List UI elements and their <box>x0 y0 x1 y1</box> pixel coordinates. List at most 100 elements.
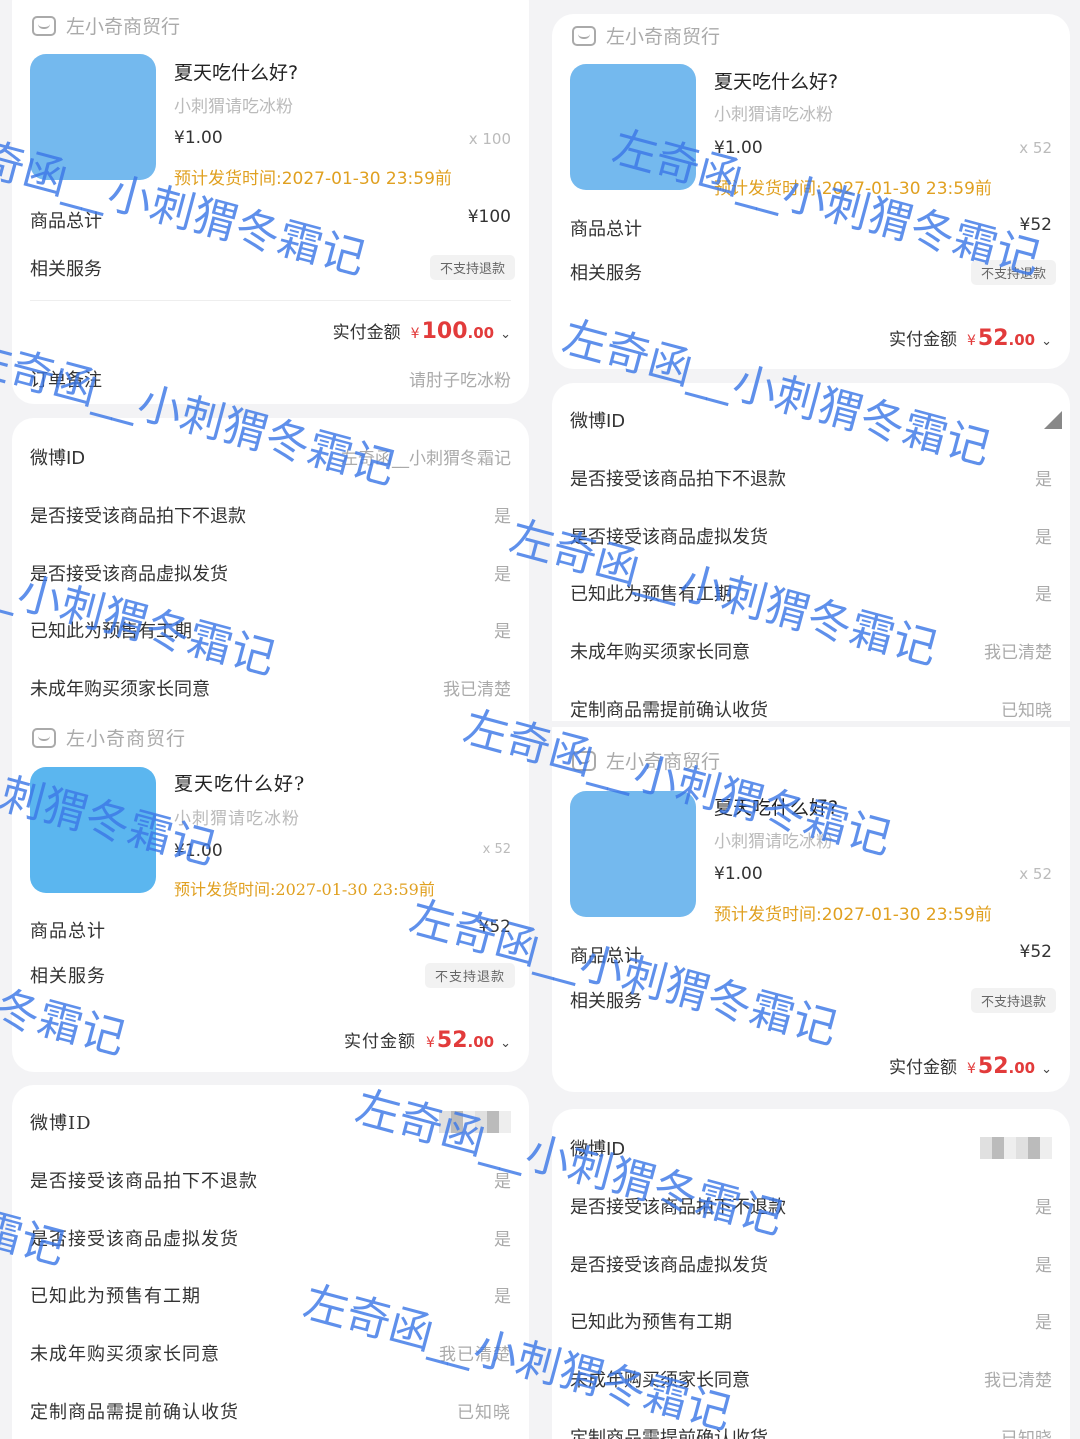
q-virtual-answer: 是 <box>494 1230 511 1250</box>
no-refund-badge: 不支持退款 <box>970 988 1056 1013</box>
q-no-refund-label: 是否接受该商品拍下不退款 <box>30 506 246 527</box>
q-no-refund-answer: 是 <box>494 1172 511 1192</box>
store-name: 左小奇商贸行 <box>66 728 187 750</box>
goods-total-value: ¥52 <box>478 917 511 937</box>
goods-total-label: 商品总计 <box>570 946 642 967</box>
weibo-id-label: 微博ID <box>570 1139 626 1160</box>
ship-time: 预计发货时间:2027-01-30 23:59前 <box>714 179 992 199</box>
product-subtitle: 小刺猬请吃冰粉 <box>174 97 293 117</box>
q-custom-label: 定制商品需提前确认收货 <box>570 1428 768 1439</box>
store-icon <box>32 727 56 748</box>
paid-decimal: .00 <box>467 324 495 342</box>
service-label: 相关服务 <box>570 263 642 284</box>
q-virtual-label: 是否接受该商品虚拟发货 <box>570 1255 768 1276</box>
q-virtual-answer: 是 <box>1035 528 1052 548</box>
product-title[interactable]: 夏天吃什么好? <box>174 769 305 796</box>
order-card: 左小奇商贸行 夏天吃什么好? 小刺猬请吃冰粉 ¥1.00 x 52 预计发货时间… <box>552 14 1070 369</box>
goods-total-value: ¥52 <box>1019 942 1052 962</box>
product-price: ¥1.00 <box>714 138 763 158</box>
product-title[interactable]: 夏天吃什么好? <box>714 793 838 820</box>
questions-card: 微博ID 是否接受该商品拍下不退款 是 是否接受该商品虚拟发货 是 已知此为预售… <box>12 1085 529 1439</box>
ship-time: 预计发货时间:2027-01-30 23:59前 <box>174 169 452 189</box>
chevron-down-icon[interactable]: ⌄ <box>500 1036 511 1051</box>
q-minor-answer: 我已清楚 <box>443 680 511 700</box>
product-price: ¥1.00 <box>174 128 223 148</box>
q-no-refund-label: 是否接受该商品拍下不退款 <box>30 1171 258 1192</box>
q-presale-label: 已知此为预售有工期 <box>570 1312 732 1333</box>
order-card: 左小奇商贸行 夏天吃什么好? 小刺猬请吃冰粉 ¥1.00 x 52 预计发货时间… <box>12 717 529 1072</box>
no-refund-badge: 不支持退款 <box>424 963 515 988</box>
paid-currency: ¥ <box>966 1061 976 1077</box>
q-no-refund-answer: 是 <box>1035 470 1052 490</box>
weibo-id-masked <box>439 1111 511 1133</box>
store-header[interactable]: 左小奇商贸行 <box>572 747 720 774</box>
weibo-id-masked-icon <box>1044 411 1062 429</box>
paid-label: 实付金额 <box>343 1032 416 1052</box>
paid-amount[interactable]: 实付金额 ¥ 52 .00 ⌄ <box>889 325 1052 351</box>
chevron-down-icon[interactable]: ⌄ <box>1041 1062 1052 1077</box>
order-card: 左小奇商贸行 夏天吃什么好? 小刺猬请吃冰粉 ¥1.00 x 52 预计发货时间… <box>552 727 1070 1092</box>
paid-currency: ¥ <box>425 1035 435 1051</box>
chevron-down-icon[interactable]: ⌄ <box>1041 334 1052 349</box>
paid-integer: 52 <box>977 326 1009 351</box>
order-card: 左小奇商贸行 夏天吃什么好? 小刺猬请吃冰粉 ¥1.00 x 100 预计发货时… <box>12 0 529 404</box>
service-label: 相关服务 <box>30 259 102 280</box>
product-title[interactable]: 夏天吃什么好? <box>714 67 838 94</box>
product-thumbnail[interactable] <box>30 767 156 893</box>
store-name: 左小奇商贸行 <box>66 16 181 38</box>
q-virtual-answer: 是 <box>494 565 511 585</box>
weibo-id-label: 微博ID <box>570 411 626 432</box>
q-presale-answer: 是 <box>1035 1313 1052 1333</box>
q-virtual-label: 是否接受该商品虚拟发货 <box>30 1229 239 1250</box>
weibo-id-label: 微博ID <box>30 448 86 469</box>
questions-card: 微博ID 左奇函__小刺猬冬霜记 是否接受该商品拍下不退款 是 是否接受该商品虚… <box>12 418 529 717</box>
product-thumbnail[interactable] <box>30 54 156 180</box>
paid-decimal: .00 <box>1008 331 1036 349</box>
questions-card: 微博ID 是否接受该商品拍下不退款 是 是否接受该商品虚拟发货 是 已知此为预售… <box>552 1109 1070 1439</box>
q-virtual-answer: 是 <box>1035 1256 1052 1276</box>
goods-total-value: ¥52 <box>1019 215 1052 235</box>
q-minor-label: 未成年购买须家长同意 <box>30 1344 220 1365</box>
paid-amount[interactable]: 实付金额 ¥ 52 .00 ⌄ <box>344 1027 511 1053</box>
product-quantity: x 100 <box>468 130 511 148</box>
product-subtitle: 小刺猬请吃冰粉 <box>174 809 300 829</box>
paid-label: 实付金额 <box>888 330 957 350</box>
q-custom-answer: 已知晓 <box>1001 1429 1052 1439</box>
weibo-id-value: 左奇函__小刺猬冬霜记 <box>341 449 511 469</box>
no-refund-badge: 不支持退款 <box>429 255 515 280</box>
product-quantity: x 52 <box>1019 139 1052 157</box>
q-no-refund-label: 是否接受该商品拍下不退款 <box>570 469 786 490</box>
store-icon <box>572 750 596 771</box>
order-note-label: 订单备注 <box>30 370 102 391</box>
q-custom-answer: 已知晓 <box>457 1403 511 1423</box>
q-no-refund-answer: 是 <box>494 507 511 527</box>
store-icon <box>572 25 596 46</box>
store-header[interactable]: 左小奇商贸行 <box>572 22 720 49</box>
questions-card: 微博ID 是否接受该商品拍下不退款 是 是否接受该商品虚拟发货 是 已知此为预售… <box>552 383 1070 721</box>
paid-amount[interactable]: 实付金额 ¥ 100 .00 ⌄ <box>333 318 511 344</box>
goods-total-value: ¥100 <box>467 207 511 227</box>
goods-total-label: 商品总计 <box>570 219 642 240</box>
paid-label: 实付金额 <box>888 1058 957 1078</box>
q-minor-label: 未成年购买须家长同意 <box>570 1370 750 1391</box>
store-name: 左小奇商贸行 <box>606 26 721 48</box>
q-minor-answer: 我已清楚 <box>984 643 1052 663</box>
q-minor-label: 未成年购买须家长同意 <box>30 679 210 700</box>
paid-label: 实付金额 <box>332 323 401 343</box>
service-label: 相关服务 <box>30 966 106 987</box>
ship-time: 预计发货时间:2027-01-30 23:59前 <box>714 905 992 925</box>
q-virtual-label: 是否接受该商品虚拟发货 <box>570 527 768 548</box>
store-header[interactable]: 左小奇商贸行 <box>32 724 186 751</box>
paid-amount[interactable]: 实付金额 ¥ 52 .00 ⌄ <box>889 1053 1052 1079</box>
product-thumbnail[interactable] <box>570 64 696 190</box>
q-custom-label: 定制商品需提前确认收货 <box>570 700 768 721</box>
store-header[interactable]: 左小奇商贸行 <box>32 12 180 39</box>
product-title[interactable]: 夏天吃什么好? <box>174 58 298 85</box>
goods-total-label: 商品总计 <box>30 921 106 942</box>
paid-integer: 100 <box>421 319 468 344</box>
q-presale-label: 已知此为预售有工期 <box>30 1286 201 1307</box>
product-quantity: x 52 <box>1019 865 1052 883</box>
q-presale-label: 已知此为预售有工期 <box>570 584 732 605</box>
product-thumbnail[interactable] <box>570 791 696 917</box>
chevron-down-icon[interactable]: ⌄ <box>500 327 511 342</box>
